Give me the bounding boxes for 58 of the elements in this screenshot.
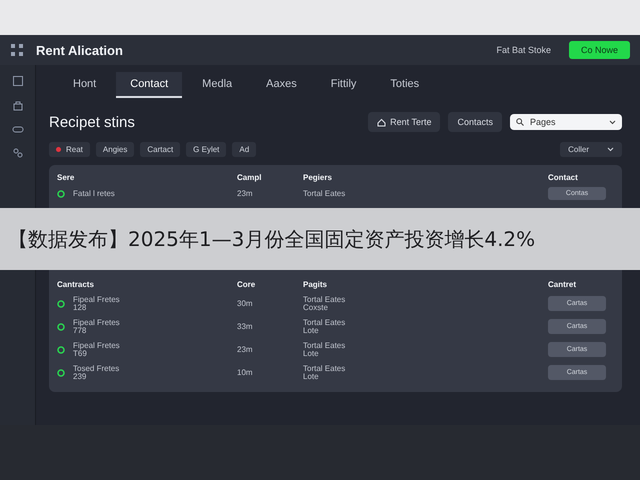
table-cell: Tosed Fretes bbox=[73, 364, 120, 372]
chevron-icon bbox=[607, 147, 614, 152]
table-cell: Fatal l retes bbox=[73, 189, 115, 198]
table-cell-text: 30m bbox=[237, 299, 254, 308]
column-header: Contact bbox=[548, 172, 579, 182]
home-icon bbox=[377, 118, 386, 126]
table-cell-text: T69 bbox=[73, 350, 87, 358]
table-cell-text: Tortal Eates bbox=[303, 296, 346, 304]
table-cell-text: 23m bbox=[237, 189, 254, 198]
table-cell-text: Tortal Eates bbox=[303, 364, 346, 372]
tab[interactable]: Toties bbox=[376, 72, 434, 98]
square-icon[interactable] bbox=[12, 75, 24, 87]
page-title: Recipet stins bbox=[49, 114, 136, 130]
search-icon bbox=[516, 118, 524, 126]
table-cell-text: 239 bbox=[73, 372, 88, 380]
search-field[interactable]: Pages bbox=[510, 114, 622, 130]
chevron-icon bbox=[609, 120, 616, 124]
table-cell-text: Tortal Eates bbox=[303, 189, 346, 198]
column-header: Pagits bbox=[303, 280, 328, 288]
filter-chip[interactable]: G Eylet bbox=[186, 142, 226, 157]
table-cell-text: Lote bbox=[303, 372, 320, 380]
column-header: Pegiers bbox=[303, 172, 333, 182]
tab[interactable]: Contact bbox=[116, 72, 182, 98]
header-link[interactable]: Fat Bat Stoke bbox=[496, 45, 551, 55]
table-cell-text: Lote bbox=[303, 350, 320, 358]
tab[interactable]: Hont bbox=[59, 72, 110, 98]
app-title: Rent Alication bbox=[36, 42, 124, 58]
tab[interactable]: Aaxes bbox=[252, 72, 311, 98]
grid-icon bbox=[10, 43, 24, 57]
column-header: Core bbox=[237, 280, 256, 288]
table-cell-text: 778 bbox=[73, 326, 86, 334]
table-cell-text: Coxste bbox=[303, 304, 329, 312]
filter-chip[interactable]: Angies bbox=[96, 142, 134, 157]
column-header: Cantret bbox=[548, 280, 578, 288]
table-cell: Fipeal Fretes bbox=[73, 342, 120, 350]
filter-chip[interactable]: Cartact bbox=[140, 142, 180, 157]
table-cell-text: 10m bbox=[237, 368, 254, 377]
table-cell-text: Tortal Eates bbox=[303, 318, 346, 326]
filter-chip[interactable]: Ad bbox=[232, 142, 256, 157]
tab[interactable]: Fittily bbox=[316, 72, 370, 98]
tab[interactable]: Medla bbox=[188, 72, 246, 98]
table-cell: Fipeal Fretes bbox=[73, 318, 120, 326]
column-header: Sere bbox=[57, 172, 76, 182]
column-header: Campl bbox=[237, 172, 262, 182]
toolbar-button[interactable]: Rent Terte bbox=[368, 112, 440, 132]
toolbar-button[interactable]: Contacts bbox=[448, 112, 502, 132]
table-cell-text: 33m bbox=[237, 322, 254, 331]
banner-headline: 【数据发布】2025年1—3月份全国固定资产投资增长4.2% bbox=[8, 226, 536, 252]
table-cell-text: 23m bbox=[237, 345, 254, 354]
sort-dropdown[interactable]: Coller bbox=[560, 142, 622, 157]
column-header: Cantracts bbox=[57, 280, 95, 288]
circles-icon[interactable] bbox=[12, 147, 24, 159]
table-cell-text: Lote bbox=[303, 326, 320, 334]
table-cell-text: 128 bbox=[73, 304, 86, 312]
primary-button[interactable]: Co Nowe bbox=[568, 41, 630, 59]
table-cell: Fipeal Fretes bbox=[73, 296, 120, 304]
filter-chip[interactable]: Reat bbox=[49, 142, 90, 157]
table-cell-text: Tortal Eates bbox=[303, 342, 346, 350]
